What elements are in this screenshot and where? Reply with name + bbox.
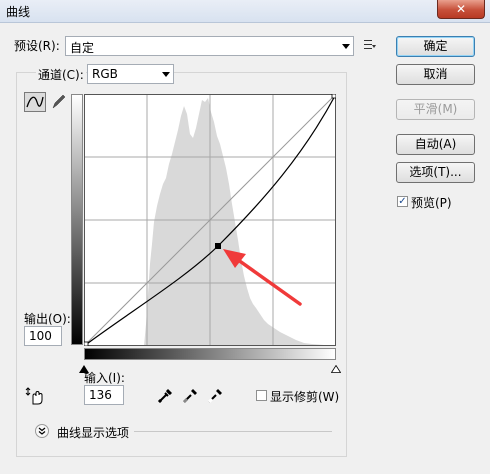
preview-checkbox[interactable]: ✓ bbox=[397, 196, 408, 207]
chevron-down-icon bbox=[342, 44, 350, 49]
curve-endpoint-black bbox=[83, 341, 89, 347]
title-bar bbox=[0, 0, 490, 23]
list-menu-icon bbox=[364, 40, 376, 49]
curve-control-point bbox=[215, 243, 221, 249]
eyedropper-black-icon bbox=[157, 389, 172, 404]
expand-options-button[interactable] bbox=[35, 424, 49, 438]
channel-select[interactable]: RGB bbox=[87, 64, 174, 84]
curve-icon bbox=[26, 96, 44, 108]
options-button[interactable]: 选项(T)... bbox=[396, 162, 475, 183]
show-clipping-label: 显示修剪(W) bbox=[270, 390, 340, 404]
output-gradient-bar bbox=[71, 94, 83, 345]
black-eyedropper[interactable] bbox=[156, 386, 174, 404]
output-field[interactable]: 100 bbox=[24, 326, 62, 346]
gray-eyedropper[interactable] bbox=[181, 386, 199, 404]
close-button[interactable]: ✕ bbox=[437, 0, 485, 19]
curve-endpoint-white bbox=[331, 93, 337, 99]
output-label: 输出(O): bbox=[24, 312, 71, 326]
channel-label: 通道(C): bbox=[36, 66, 86, 83]
curve-display-options-label: 曲线显示选项 bbox=[57, 426, 130, 440]
pencil-tool[interactable] bbox=[49, 93, 67, 111]
eyedropper-gray-icon bbox=[182, 389, 197, 404]
ok-button[interactable]: 确定 bbox=[396, 36, 475, 57]
white-eyedropper[interactable] bbox=[206, 386, 224, 404]
preset-label-text: 预设(R): bbox=[14, 39, 60, 53]
input-label: 输入(I): bbox=[84, 371, 125, 385]
curve-graph-svg bbox=[83, 93, 337, 347]
hand-arrows-icon bbox=[25, 387, 43, 405]
preset-label: 预设(R): bbox=[14, 37, 60, 54]
triangle-white-icon bbox=[330, 364, 342, 373]
curve-point-tool[interactable] bbox=[24, 92, 46, 112]
preset-value: 自定 bbox=[70, 41, 95, 55]
eyedropper-white-icon bbox=[207, 389, 222, 404]
input-gradient-bar bbox=[84, 348, 336, 360]
smooth-button[interactable]: 平滑(M) bbox=[396, 99, 475, 120]
window-title: 曲线 bbox=[6, 5, 31, 19]
targeted-adjustment-tool[interactable] bbox=[25, 386, 45, 406]
curve-graph[interactable] bbox=[83, 93, 337, 347]
divider bbox=[134, 431, 332, 432]
auto-button[interactable]: 自动(A) bbox=[396, 134, 475, 155]
chevron-down-icon bbox=[162, 72, 170, 77]
double-chevron-down-icon bbox=[38, 427, 46, 435]
preset-menu-icon[interactable] bbox=[364, 39, 376, 51]
pencil-icon bbox=[52, 94, 66, 109]
white-point-slider[interactable] bbox=[330, 362, 342, 373]
cancel-button[interactable]: 取消 bbox=[396, 64, 475, 85]
preview-label: 预览(P) bbox=[411, 196, 452, 210]
input-field[interactable]: 136 bbox=[84, 385, 124, 405]
channel-value: RGB bbox=[92, 67, 118, 81]
preset-select[interactable]: 自定 bbox=[65, 36, 354, 56]
show-clipping-checkbox[interactable] bbox=[256, 390, 267, 401]
